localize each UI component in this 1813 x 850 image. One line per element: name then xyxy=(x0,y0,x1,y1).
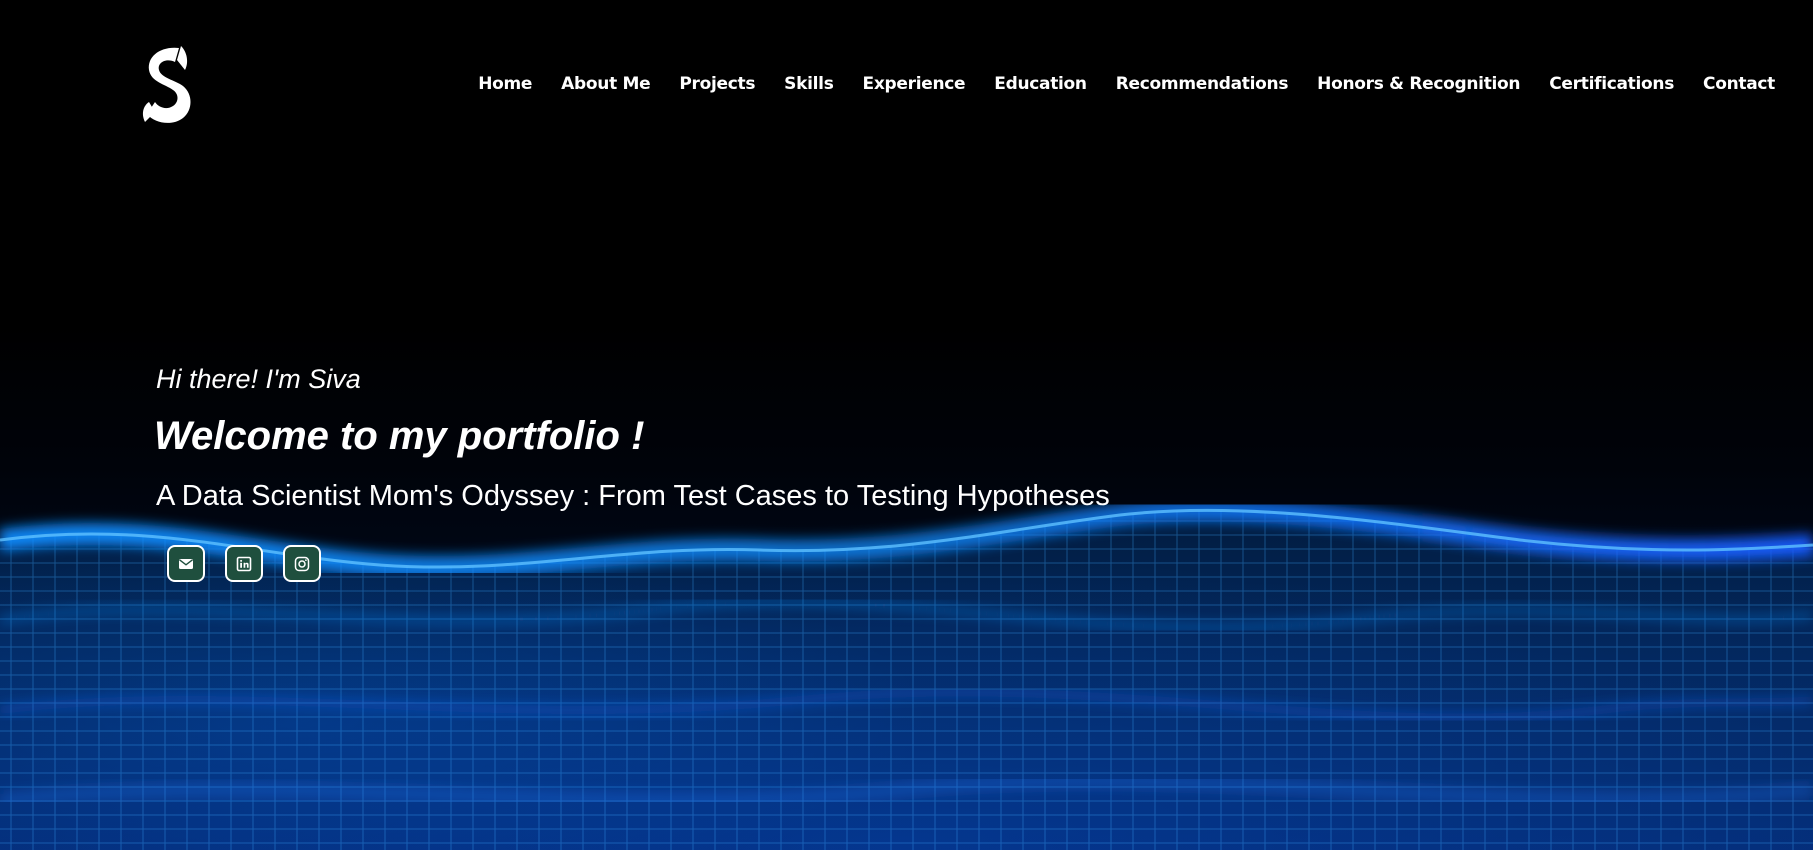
nav-education[interactable]: Education xyxy=(994,74,1087,94)
nav-home[interactable]: Home xyxy=(478,74,532,94)
main-nav: Home About Me Projects Skills Experience… xyxy=(478,74,1775,94)
nav-recommendations[interactable]: Recommendations xyxy=(1116,74,1289,94)
hero-tagline: A Data Scientist Mom's Odyssey : From Te… xyxy=(156,480,1110,512)
nav-honors-recognition[interactable]: Honors & Recognition xyxy=(1317,74,1520,94)
nav-contact[interactable]: Contact xyxy=(1703,74,1775,94)
instagram-icon xyxy=(294,556,310,571)
nav-skills[interactable]: Skills xyxy=(784,74,834,94)
linkedin-icon xyxy=(236,556,252,571)
social-links xyxy=(167,545,321,582)
email-button[interactable] xyxy=(167,545,205,582)
mail-icon xyxy=(179,558,193,569)
nav-projects[interactable]: Projects xyxy=(679,74,755,94)
nav-experience[interactable]: Experience xyxy=(863,74,966,94)
linkedin-button[interactable] xyxy=(225,545,263,582)
hero-greeting: Hi there! I'm Siva xyxy=(156,364,361,394)
nav-about-me[interactable]: About Me xyxy=(561,74,651,94)
instagram-button[interactable] xyxy=(283,545,321,582)
nav-certifications[interactable]: Certifications xyxy=(1549,74,1674,94)
site-logo[interactable] xyxy=(139,44,197,126)
hero-welcome-heading: Welcome to my portfolio ! xyxy=(154,414,645,458)
